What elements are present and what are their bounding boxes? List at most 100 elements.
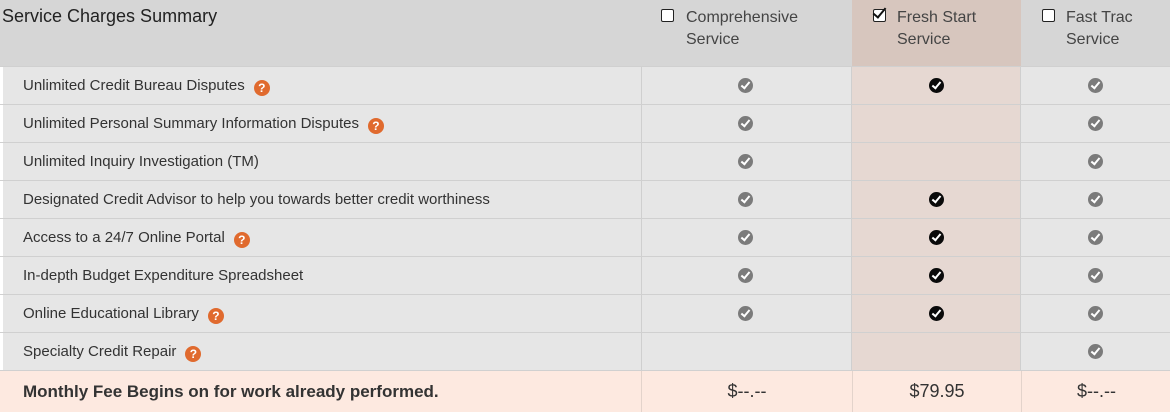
feature-cell: In-depth Budget Expenditure Spreadsheet: [3, 257, 642, 294]
plan-header-fast-trac: Fast Trac Service: [1021, 0, 1170, 66]
price-fast-trac: $--.--: [1021, 371, 1170, 412]
service-charges-table: Service Charges Summary Comprehensive Se…: [0, 0, 1170, 412]
check-circle-icon: [738, 306, 753, 321]
check-circle-icon: [1088, 154, 1103, 169]
check-circle-icon: [929, 306, 944, 321]
feature-label-text: Designated Credit Advisor to help you to…: [23, 191, 490, 208]
cell-comprehensive: [642, 257, 852, 294]
plan-name-line1: Fresh Start: [897, 9, 977, 26]
check-circle-icon: [929, 192, 944, 207]
table-row: Designated Credit Advisor to help you to…: [0, 180, 1170, 218]
help-icon[interactable]: ?: [233, 232, 250, 248]
check-circle-icon: [1088, 78, 1103, 93]
check-circle-icon: [1088, 306, 1103, 321]
check-circle-icon: [1088, 192, 1103, 207]
table-row: Unlimited Credit Bureau Disputes?: [0, 66, 1170, 104]
feature-label-text: In-depth Budget Expenditure Spreadsheet: [23, 267, 304, 284]
feature-label: Unlimited Personal Summary Information D…: [23, 115, 384, 134]
check-circle-icon: [1088, 268, 1103, 283]
help-icon[interactable]: ?: [367, 118, 384, 134]
cell-comprehensive: [642, 143, 852, 180]
feature-cell: Online Educational Library?: [3, 295, 642, 332]
feature-label: Specialty Credit Repair?: [23, 343, 202, 362]
cell-fast-trac: [1021, 67, 1170, 104]
feature-label: In-depth Budget Expenditure Spreadsheet: [23, 267, 303, 284]
cell-fresh-start: [852, 67, 1021, 104]
check-circle-icon: [929, 230, 944, 245]
plan-name-line1: Comprehensive: [686, 9, 799, 26]
help-icon[interactable]: ?: [207, 308, 224, 324]
check-circle-icon: [1088, 344, 1103, 359]
feature-label: Designated Credit Advisor to help you to…: [23, 191, 490, 208]
plan-name-fast-trac: Fast Trac Service: [1066, 7, 1133, 51]
table-row: Specialty Credit Repair?: [0, 332, 1170, 370]
plan-name-line2: Service: [686, 31, 740, 48]
check-circle-icon: [738, 268, 753, 283]
feature-label-text: Unlimited Personal Summary Information D…: [23, 115, 359, 132]
cell-fast-trac: [1021, 105, 1170, 142]
cell-fresh-start: [852, 181, 1021, 218]
check-circle-icon: [1088, 230, 1103, 245]
plan-header-comprehensive: Comprehensive Service: [642, 0, 852, 66]
feature-cell: Unlimited Credit Bureau Disputes?: [3, 67, 642, 104]
feature-label-text: Specialty Credit Repair: [23, 343, 177, 360]
price-comprehensive: $--.--: [641, 371, 852, 412]
plan-name-fresh-start: Fresh Start Service: [897, 7, 976, 51]
price-fresh-start: $79.95: [852, 371, 1021, 412]
cell-comprehensive: [642, 219, 852, 256]
plan-name-line1: Fast Trac: [1066, 9, 1133, 26]
cell-fresh-start: [852, 219, 1021, 256]
table-row: Access to a 24/7 Online Portal?: [0, 218, 1170, 256]
help-icon[interactable]: ?: [185, 346, 202, 362]
cell-fresh-start: [852, 333, 1021, 370]
help-icon[interactable]: ?: [253, 80, 270, 96]
check-circle-icon: [1088, 116, 1103, 131]
table-row: Unlimited Personal Summary Information D…: [0, 104, 1170, 142]
cell-comprehensive: [642, 181, 852, 218]
check-circle-icon: [929, 78, 944, 93]
cell-comprehensive: [642, 295, 852, 332]
check-circle-icon: [929, 268, 944, 283]
fresh-start-checkbox[interactable]: [873, 9, 886, 22]
feature-label: Unlimited Credit Bureau Disputes?: [23, 77, 270, 96]
feature-label: Online Educational Library?: [23, 305, 224, 324]
comprehensive-checkbox[interactable]: [661, 9, 674, 22]
feature-cell: Specialty Credit Repair?: [3, 333, 642, 370]
table-row: In-depth Budget Expenditure Spreadsheet: [0, 256, 1170, 294]
table-row: Unlimited Inquiry Investigation (TM): [0, 142, 1170, 180]
plan-name-comprehensive: Comprehensive Service: [686, 7, 798, 51]
cell-fast-trac: [1021, 257, 1170, 294]
cell-fresh-start: [852, 295, 1021, 332]
cell-fresh-start: [852, 105, 1021, 142]
cell-comprehensive: [642, 105, 852, 142]
feature-label-text: Online Educational Library: [23, 305, 199, 322]
plan-name-line2: Service: [897, 31, 951, 48]
cell-fast-trac: [1021, 181, 1170, 218]
monthly-fee-label: Monthly Fee Begins on for work already p…: [23, 382, 439, 401]
check-circle-icon: [738, 154, 753, 169]
feature-label-text: Access to a 24/7 Online Portal: [23, 229, 225, 246]
cell-fast-trac: [1021, 143, 1170, 180]
feature-label: Unlimited Inquiry Investigation (TM): [23, 153, 259, 170]
table-title: Service Charges Summary: [2, 6, 218, 26]
feature-cell: Unlimited Inquiry Investigation (TM): [3, 143, 642, 180]
cell-fast-trac: [1021, 295, 1170, 332]
feature-cell: Unlimited Personal Summary Information D…: [3, 105, 642, 142]
table-row: Online Educational Library?: [0, 294, 1170, 332]
feature-label-text: Unlimited Credit Bureau Disputes: [23, 77, 245, 94]
feature-label: Access to a 24/7 Online Portal?: [23, 229, 250, 248]
check-circle-icon: [738, 230, 753, 245]
check-circle-icon: [738, 192, 753, 207]
fast-trac-checkbox[interactable]: [1042, 9, 1055, 22]
cell-fast-trac: [1021, 219, 1170, 256]
feature-label-text: Unlimited Inquiry Investigation (TM): [23, 153, 259, 170]
cell-fresh-start: [852, 143, 1021, 180]
plan-header-fresh-start: Fresh Start Service: [852, 0, 1021, 66]
cell-fast-trac: [1021, 333, 1170, 370]
check-circle-icon: [738, 116, 753, 131]
feature-cell: Designated Credit Advisor to help you to…: [3, 181, 642, 218]
feature-cell: Access to a 24/7 Online Portal?: [3, 219, 642, 256]
check-circle-icon: [738, 78, 753, 93]
cell-fresh-start: [852, 257, 1021, 294]
cell-comprehensive: [642, 333, 852, 370]
